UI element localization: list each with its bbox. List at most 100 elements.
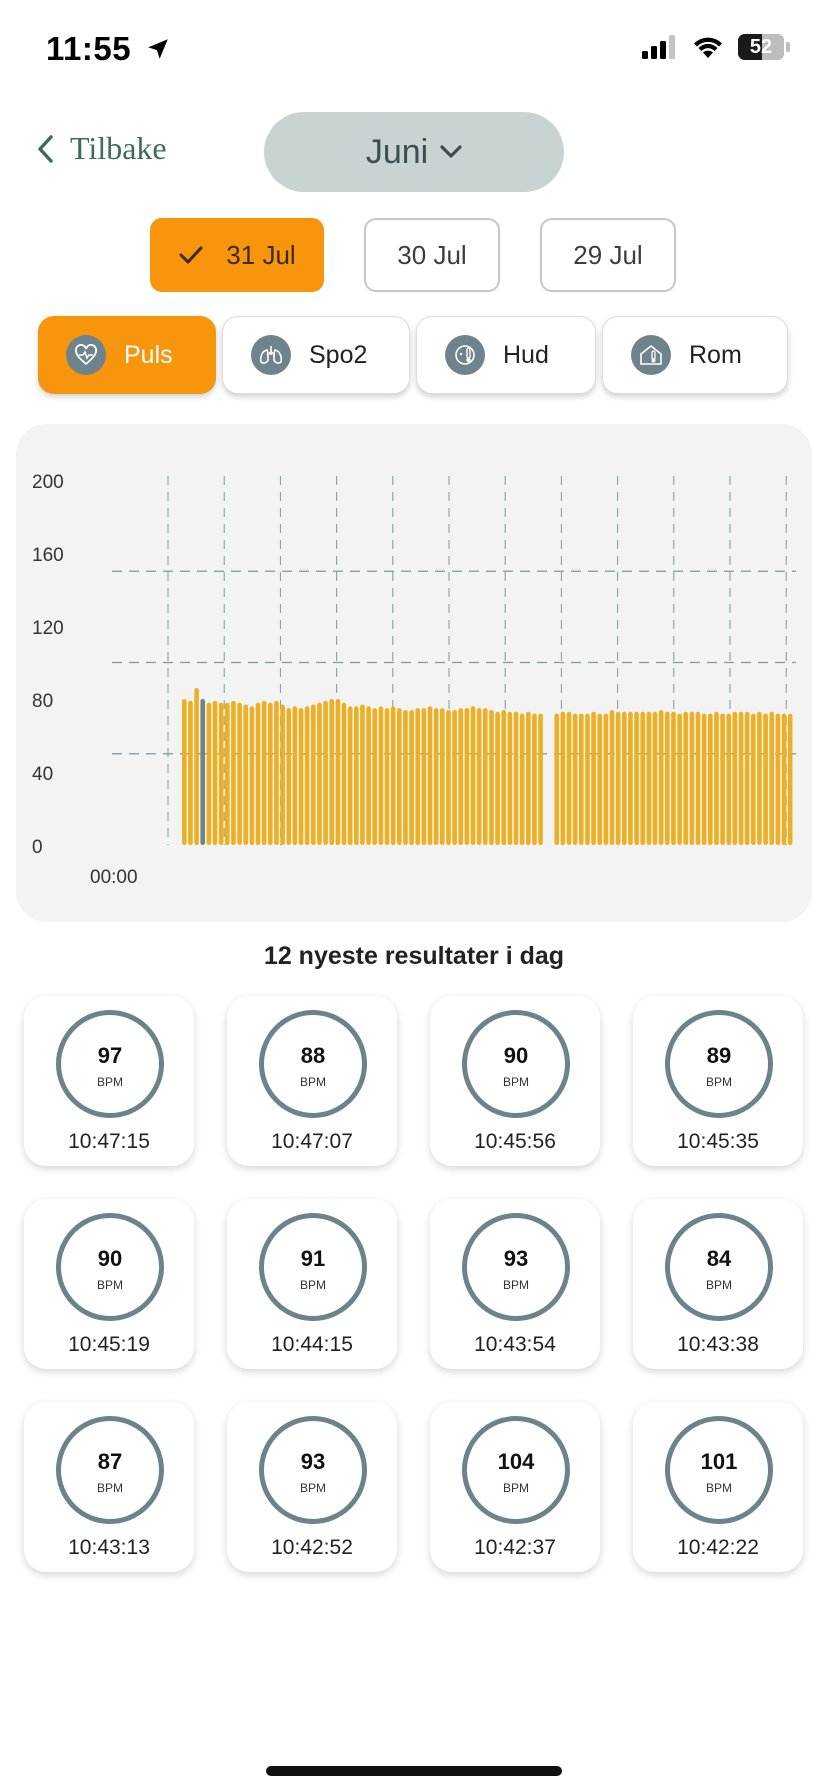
result-card[interactable]: 90 BPM 10:45:19 xyxy=(24,1199,194,1369)
chart-bar xyxy=(323,700,328,845)
status-indicators: 52 xyxy=(642,34,790,60)
bpm-value: 93 xyxy=(503,1246,529,1271)
chart-bar xyxy=(470,706,476,845)
chart-bar xyxy=(182,699,187,845)
chart-bar xyxy=(378,706,384,845)
bpm-unit: BPM xyxy=(705,1075,732,1089)
chart-bar xyxy=(695,711,701,845)
chart-bar xyxy=(507,711,513,845)
lungs-icon xyxy=(251,335,291,375)
bpm-unit: BPM xyxy=(502,1075,529,1089)
result-card[interactable]: 88 BPM 10:47:07 xyxy=(227,996,397,1166)
back-button[interactable]: Tilbake xyxy=(36,130,167,167)
chart-bar xyxy=(268,702,273,845)
bpm-ring: 91 BPM xyxy=(259,1213,367,1321)
chart-bar xyxy=(347,706,353,845)
x-tick-label: 00:00 xyxy=(90,867,138,888)
chart-bar xyxy=(458,708,464,845)
bpm-unit: BPM xyxy=(705,1481,732,1495)
chart-bar xyxy=(286,708,292,845)
date-button-2[interactable]: 29 Jul xyxy=(540,218,676,292)
chart-bar xyxy=(427,706,433,845)
chart-bar xyxy=(513,711,519,845)
tab-rom[interactable]: Rom xyxy=(602,316,788,394)
results-heading: 12 nyeste resultater i dag xyxy=(263,942,565,970)
bpm-value: 88 xyxy=(300,1043,326,1068)
date-button-1[interactable]: 30 Jul xyxy=(364,218,500,292)
chart-bar xyxy=(615,711,621,845)
chart-bar xyxy=(683,711,689,845)
chart-bar xyxy=(526,711,531,845)
bpm-unit: BPM xyxy=(502,1278,529,1292)
chart-bar xyxy=(532,713,537,845)
chart-bar xyxy=(554,713,560,845)
chart-bar xyxy=(464,708,470,845)
chart-bar xyxy=(622,711,627,845)
bpm-ring: 101 BPM xyxy=(665,1416,773,1524)
chart-bar xyxy=(763,713,768,845)
chart-bar xyxy=(366,706,371,845)
result-card[interactable]: 104 BPM 10:42:37 xyxy=(430,1402,600,1572)
result-card[interactable]: 101 BPM 10:42:22 xyxy=(633,1402,803,1572)
chart-bar xyxy=(440,708,445,845)
status-time: 11:55 xyxy=(46,30,171,68)
bpm-ring: 104 BPM xyxy=(462,1416,570,1524)
month-selector[interactable]: Juni xyxy=(264,112,564,192)
room-thermometer-icon xyxy=(631,335,671,375)
result-card[interactable]: 97 BPM 10:47:15 xyxy=(24,996,194,1166)
bpm-value: 101 xyxy=(700,1449,738,1474)
chart-bar xyxy=(237,702,242,845)
bpm-ring: 97 BPM xyxy=(56,1010,164,1118)
check-icon xyxy=(179,246,203,264)
chart-bar xyxy=(212,700,218,845)
battery-level: 52 xyxy=(749,35,773,58)
chart-bar xyxy=(775,713,781,845)
bpm-ring: 90 BPM xyxy=(56,1213,164,1321)
chart-bar xyxy=(194,688,199,845)
result-card[interactable]: 91 BPM 10:44:15 xyxy=(227,1199,397,1369)
chart-bar xyxy=(354,706,359,845)
chart-bar xyxy=(421,708,427,845)
pulse-chart-svg: 0 40 80 120 160 200 00:00 xyxy=(32,472,796,888)
result-card[interactable]: 84 BPM 10:43:38 xyxy=(633,1199,803,1369)
chart-bar xyxy=(225,702,230,845)
tab-puls[interactable]: Puls xyxy=(38,316,216,394)
status-bar: 11:55 52 xyxy=(0,0,828,100)
chart-bar xyxy=(188,700,193,845)
result-card[interactable]: 87 BPM 10:43:13 xyxy=(24,1402,194,1572)
chart-bar xyxy=(726,713,732,845)
chart-bar xyxy=(787,713,793,845)
date-label: 29 Jul xyxy=(573,239,643,270)
chart-bar xyxy=(433,708,439,845)
chevron-down-icon xyxy=(440,145,462,158)
chart-bar xyxy=(476,708,482,845)
tab-hud[interactable]: Hud xyxy=(416,316,596,394)
pulse-chart: 0 40 80 120 160 200 00:00 xyxy=(16,424,812,922)
chart-bar xyxy=(519,713,525,845)
chart-bar xyxy=(603,713,609,845)
chart-bar xyxy=(634,711,639,845)
home-indicator[interactable] xyxy=(266,1766,562,1776)
chart-bar xyxy=(652,711,658,845)
result-card[interactable]: 93 BPM 10:42:52 xyxy=(227,1402,397,1572)
bpm-unit: BPM xyxy=(96,1481,123,1495)
bpm-unit: BPM xyxy=(96,1075,123,1089)
result-card[interactable]: 93 BPM 10:43:54 xyxy=(430,1199,600,1369)
result-card[interactable]: 89 BPM 10:45:35 xyxy=(633,996,803,1166)
result-time: 10:45:56 xyxy=(474,1130,556,1153)
result-card[interactable]: 90 BPM 10:45:56 xyxy=(430,996,600,1166)
chart-bar xyxy=(769,711,775,845)
chart-bar xyxy=(489,709,494,845)
date-button-0[interactable]: 31 Jul xyxy=(150,218,324,292)
y-tick-label: 200 xyxy=(32,472,64,493)
chart-bar xyxy=(751,713,756,845)
battery-icon: 52 xyxy=(738,34,784,60)
location-arrow-icon xyxy=(148,39,168,59)
result-time: 10:42:22 xyxy=(677,1536,759,1559)
y-tick-label: 120 xyxy=(32,618,64,639)
chart-bar xyxy=(280,704,285,845)
tab-spo2[interactable]: Spo2 xyxy=(222,316,410,394)
chart-bar xyxy=(671,711,676,845)
chart-bar xyxy=(566,711,572,845)
chart-bar xyxy=(360,704,365,845)
